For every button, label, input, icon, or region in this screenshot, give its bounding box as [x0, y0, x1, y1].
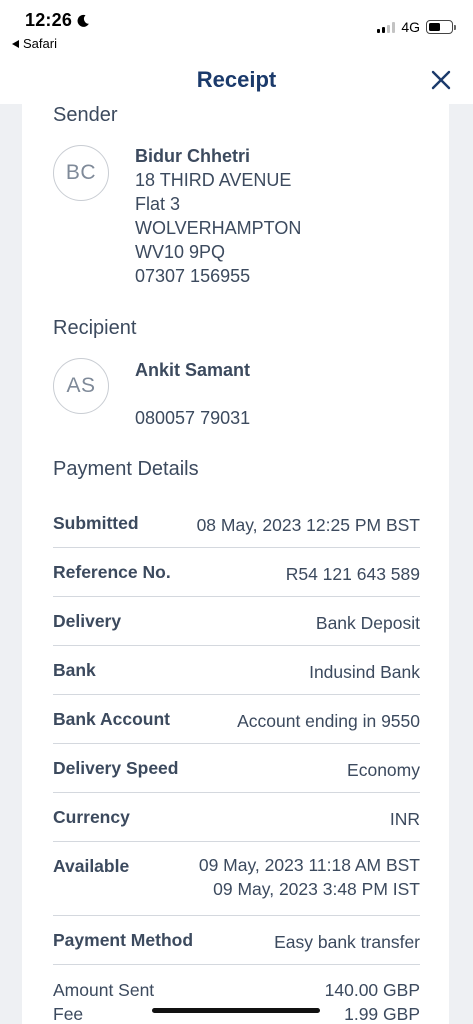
recipient-name: Ankit Samant [135, 360, 251, 380]
sender-avatar: BC [53, 145, 109, 201]
sender-address-line: WV10 9PQ [135, 242, 226, 262]
back-arrow-icon [12, 39, 19, 48]
detail-label: Currency [53, 807, 130, 827]
detail-label: Payment Method [53, 930, 194, 950]
detail-label: Delivery [53, 611, 122, 631]
close-icon[interactable] [429, 68, 453, 92]
amount-row-fee: Fee 1.99 GBP [53, 1004, 420, 1024]
detail-row-payment-method: Payment Method Easy bank transfer [53, 916, 420, 965]
amount-row-sent: Amount Sent 140.00 GBP [53, 980, 420, 1004]
detail-label: Bank [53, 660, 96, 680]
detail-value: Easy bank transfer [274, 932, 420, 952]
detail-value: 08 May, 2023 12:25 PM BST [196, 515, 420, 535]
sender-details: Bidur Chhetri 18 THIRD AVENUE Flat 3 WOL… [135, 144, 301, 288]
amount-label: Amount Sent [53, 980, 155, 1000]
detail-value: R54 121 643 589 [285, 564, 420, 584]
detail-value: Economy [347, 760, 420, 780]
status-time: 12:26 [25, 10, 90, 31]
detail-row-submitted: Submitted 08 May, 2023 12:25 PM BST [53, 499, 420, 548]
amount-value: 140.00 GBP [324, 980, 420, 1000]
detail-value: INR [389, 809, 420, 829]
payment-section-title: Payment Details [53, 458, 199, 480]
page-title: Receipt [196, 67, 277, 92]
moon-icon [77, 14, 89, 27]
detail-row-delivery: Delivery Bank Deposit [53, 597, 420, 646]
sender-address-line: WOLVERHAMPTON [135, 218, 302, 238]
recipient-avatar: AS [53, 358, 109, 414]
detail-label: Delivery Speed [53, 758, 179, 778]
status-bar: 12:26 Safari 4G [0, 0, 473, 56]
amount-value: 1.99 GBP [344, 1004, 420, 1024]
sender-name: Bidur Chhetri [135, 146, 250, 166]
sender-section-title: Sender [53, 104, 118, 126]
detail-row-bank-account: Bank Account Account ending in 9550 [53, 695, 420, 744]
detail-row-delivery-speed: Delivery Speed Economy [53, 744, 420, 793]
detail-value: 09 May, 2023 11:18 AM BST 09 May, 2023 3… [199, 853, 420, 901]
recipient-section-title: Recipient [53, 317, 137, 339]
detail-row-available: Available 09 May, 2023 11:18 AM BST 09 M… [53, 842, 420, 916]
nav-bar: Receipt [0, 56, 473, 104]
available-time-bst: 09 May, 2023 11:18 AM BST [198, 855, 420, 875]
detail-value: Indusind Bank [309, 662, 420, 682]
sender-address-line: 18 THIRD AVENUE [135, 170, 292, 190]
back-to-app-button[interactable]: Safari [12, 36, 57, 51]
home-indicator[interactable] [152, 1008, 320, 1013]
detail-row-bank: Bank Indusind Bank [53, 646, 420, 695]
detail-value: Account ending in 9550 [237, 711, 420, 731]
receipt-card: Sender BC Bidur Chhetri 18 THIRD AVENUE … [22, 104, 449, 1024]
recipient-phone: 080057 79031 [135, 408, 251, 428]
recipient-details: Ankit Samant 080057 79031 [135, 358, 250, 430]
amount-summary: Amount Sent 140.00 GBP Fee 1.99 GBP [53, 980, 420, 1024]
detail-row-reference: Reference No. R54 121 643 589 [53, 548, 420, 597]
cellular-signal-icon [377, 21, 396, 33]
sender-phone: 07307 156955 [135, 266, 251, 286]
detail-label: Available [53, 856, 130, 876]
payment-details-table: Submitted 08 May, 2023 12:25 PM BST Refe… [53, 499, 420, 965]
detail-label: Bank Account [53, 709, 171, 729]
detail-label: Submitted [53, 513, 139, 533]
battery-icon [426, 20, 456, 34]
status-indicators: 4G [377, 19, 456, 35]
detail-label: Reference No. [53, 562, 171, 582]
available-time-ist: 09 May, 2023 3:48 PM IST [213, 879, 420, 899]
back-app-label: Safari [23, 36, 57, 51]
clock: 12:26 [25, 10, 73, 30]
detail-value: Bank Deposit [315, 613, 420, 633]
network-type: 4G [401, 19, 420, 35]
detail-row-currency: Currency INR [53, 793, 420, 842]
amount-label: Fee [53, 1004, 84, 1024]
sender-address-line: Flat 3 [135, 194, 181, 214]
receipt-screen: 12:26 Safari 4G Receipt Sender BC Bidur … [0, 0, 473, 1024]
